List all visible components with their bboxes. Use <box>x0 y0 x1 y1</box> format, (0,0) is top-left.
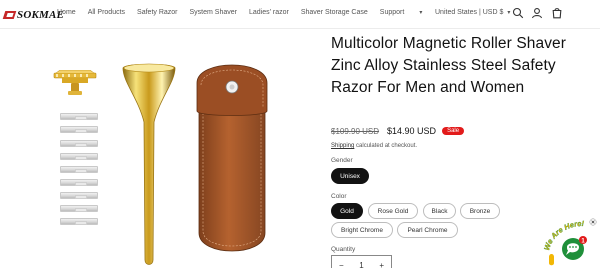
gender-label: Gender <box>331 157 353 164</box>
color-option-gold[interactable]: Gold <box>331 203 363 219</box>
blade-image <box>60 166 98 173</box>
leather-pouch-image[interactable] <box>195 63 269 263</box>
nav-item-support[interactable]: Support ▾ <box>380 9 435 16</box>
search-icon[interactable] <box>512 7 524 19</box>
chevron-down-icon: ▾ <box>419 10 423 16</box>
blade-image <box>60 192 98 199</box>
quantity-stepper: − 1 + <box>331 255 392 268</box>
product-gallery <box>40 40 320 268</box>
quantity-value[interactable]: 1 <box>359 261 363 268</box>
shipping-link[interactable]: Shipping <box>331 143 354 149</box>
color-label: Color <box>331 193 347 200</box>
store-logo[interactable]: SOKMAE <box>4 8 64 22</box>
nav-item-home[interactable]: Home <box>57 9 76 16</box>
blade-image <box>60 218 98 225</box>
nav-item-ladies-razor[interactable]: Ladies' razor <box>249 9 289 16</box>
nav-item-all-products[interactable]: All Products <box>88 9 125 16</box>
razor-head-image[interactable] <box>52 70 98 96</box>
currency-selector[interactable]: United States | USD $ ▾ <box>435 9 510 16</box>
quantity-increase-button[interactable]: + <box>379 261 384 268</box>
quantity-label: Quantity <box>331 246 356 253</box>
nav-item-system-shaver[interactable]: System Shaver <box>190 9 237 16</box>
chat-hand-icon <box>549 254 554 266</box>
shipping-note-text: calculated at checkout. <box>354 143 418 149</box>
color-option-bright-chrome[interactable]: Bright Chrome <box>331 222 393 238</box>
logo-mark-icon <box>4 9 16 21</box>
blade-image <box>60 153 98 160</box>
header-divider <box>0 28 600 29</box>
blade-image <box>60 140 98 147</box>
main-nav: Home All Products Safety Razor System Sh… <box>57 9 446 16</box>
quantity-decrease-button[interactable]: − <box>339 261 344 268</box>
blade-image <box>60 113 98 120</box>
nav-item-shaver-storage-case[interactable]: Shaver Storage Case <box>301 9 368 16</box>
blade-image <box>60 126 98 133</box>
color-option-pearl-chrome[interactable]: Pearl Chrome <box>397 222 458 238</box>
sale-price: $14.90 USD <box>387 126 437 136</box>
price-row: $109.90 USD $14.90 USD Sale <box>331 126 465 136</box>
site-header: SOKMAE Home All Products Safety Razor Sy… <box>0 0 600 28</box>
product-info: Multicolor Magnetic Roller Shaver Zinc A… <box>331 33 591 268</box>
color-option-bronze[interactable]: Bronze <box>460 203 500 219</box>
product-title: Multicolor Magnetic Roller Shaver Zinc A… <box>331 35 567 96</box>
compare-price: $109.90 USD <box>331 126 380 136</box>
currency-label: United States | USD $ <box>435 9 504 16</box>
sale-badge: Sale <box>442 127 465 135</box>
chevron-down-icon: ▾ <box>507 10 511 16</box>
account-icon[interactable] <box>531 7 543 19</box>
gender-option-unisex[interactable]: Unisex <box>331 168 369 184</box>
blade-image <box>60 179 98 186</box>
blade-image <box>60 205 98 212</box>
nav-item-safety-razor[interactable]: Safety Razor <box>137 9 177 16</box>
color-option-rose-gold[interactable]: Rose Gold <box>368 203 418 219</box>
cart-icon[interactable] <box>551 7 563 19</box>
shipping-note: Shipping calculated at checkout. <box>331 143 417 149</box>
chat-widget[interactable]: We Are Here! 1 <box>543 217 600 268</box>
close-icon[interactable] <box>589 218 597 226</box>
color-option-black[interactable]: Black <box>423 203 456 219</box>
chat-badge-art: We Are Here! 1 <box>543 218 597 266</box>
nav-support-label: Support <box>379 9 405 16</box>
gold-shaver-image[interactable] <box>120 62 178 268</box>
